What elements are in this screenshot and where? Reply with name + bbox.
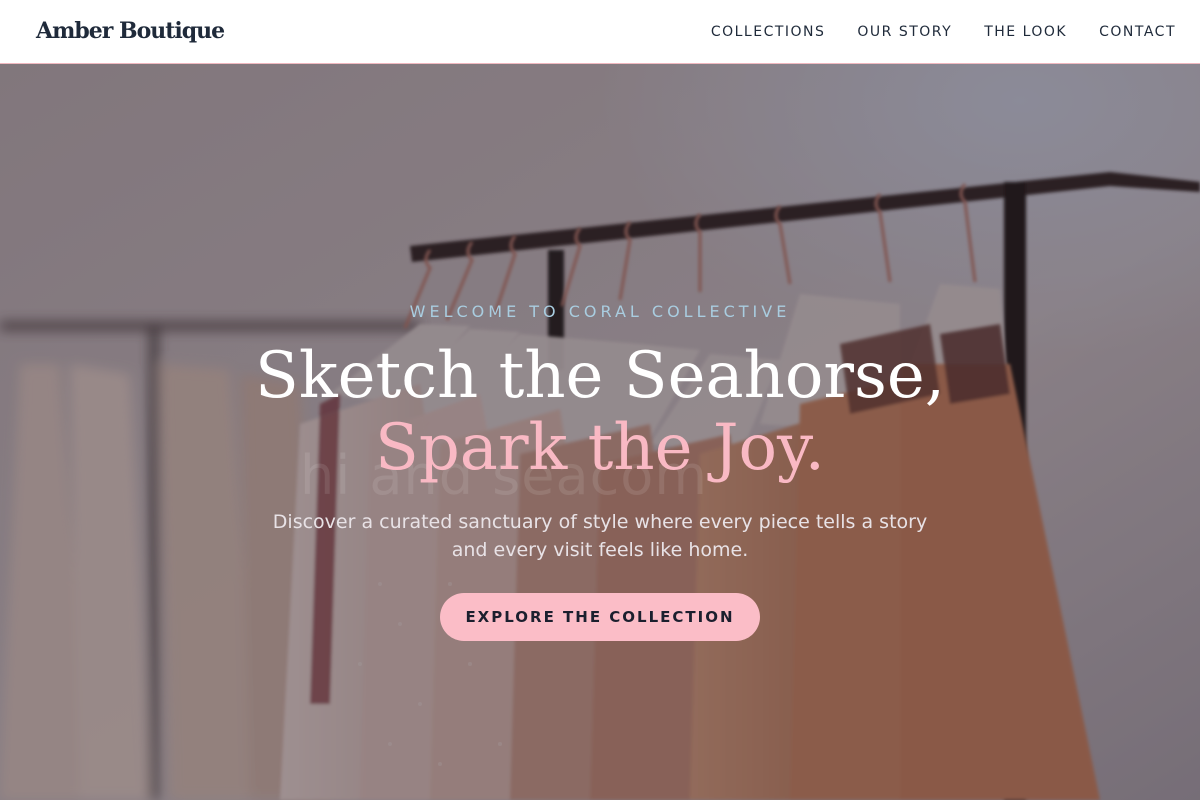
headline-line-2: Spark the Joy.: [374, 411, 826, 485]
hero-eyebrow: WELCOME TO CORAL COLLECTIVE: [409, 302, 791, 321]
nav-link-the-look[interactable]: THE LOOK: [984, 24, 1067, 40]
explore-collection-button[interactable]: EXPLORE THE COLLECTION: [440, 593, 760, 641]
main-nav: COLLECTIONS OUR STORY THE LOOK CONTACT: [711, 0, 1176, 64]
nav-link-our-story[interactable]: OUR STORY: [857, 24, 952, 40]
brand-logo[interactable]: Amber Boutique: [36, 18, 225, 44]
hero-subtitle: Discover a curated sanctuary of style wh…: [272, 511, 928, 561]
headline-line-1: Sketch the Seahorse,: [254, 339, 946, 413]
site-header: Amber Boutique COLLECTIONS OUR STORY THE…: [0, 0, 1200, 64]
nav-link-collections[interactable]: COLLECTIONS: [711, 24, 826, 40]
hero-section: hi and seacom WELCOME TO CORAL COLLECTIV…: [0, 64, 1200, 800]
hero-headline: Sketch the Seahorse, Spark the Joy.: [0, 340, 1200, 484]
nav-link-contact[interactable]: CONTACT: [1099, 24, 1176, 40]
